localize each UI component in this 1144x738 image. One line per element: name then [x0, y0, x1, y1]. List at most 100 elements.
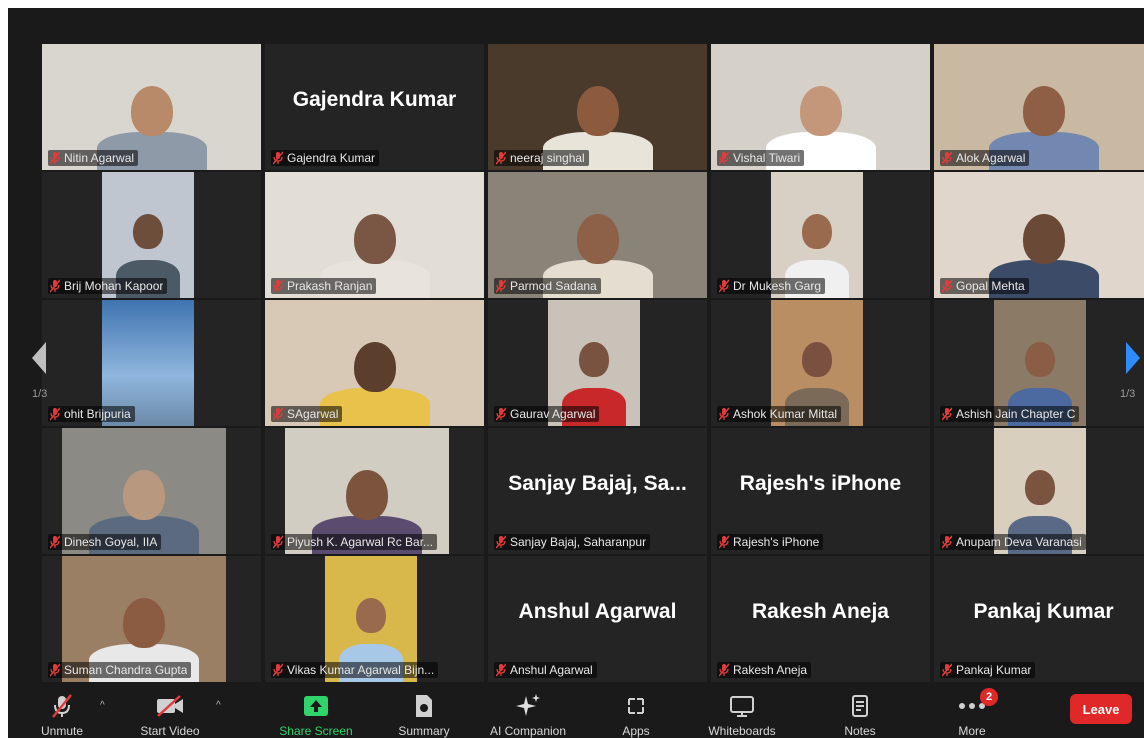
summary-label: Summary	[398, 724, 450, 738]
participant-tile[interactable]: Nitin Agarwal	[42, 44, 261, 170]
participant-tile[interactable]: Vikas Kumar Agarwal Bijn...	[265, 556, 484, 682]
participant-name-label: Rajesh's iPhone	[717, 534, 824, 550]
apps-icon	[586, 692, 686, 720]
participant-tile[interactable]: Piyush K. Agarwal Rc Bar...	[265, 428, 484, 554]
participant-tile[interactable]: Anupam Deva Varanasi	[934, 428, 1144, 554]
participant-tile[interactable]: Brij Mohan Kapoor	[42, 172, 261, 298]
muted-microphone-icon	[12, 692, 112, 720]
participant-tile[interactable]: Prakash Ranjan	[265, 172, 484, 298]
ai-companion-button[interactable]: AI Companion	[478, 692, 578, 738]
participant-name-label: Vikas Kumar Agarwal Bijn...	[271, 662, 439, 678]
muted-mic-icon	[273, 407, 283, 421]
participant-tile[interactable]: Ashish Jain Chapter C	[934, 300, 1144, 426]
video-options-chevron-icon[interactable]: ^	[216, 700, 221, 711]
previous-page-arrow-icon[interactable]	[30, 338, 48, 378]
muted-mic-icon	[719, 663, 729, 677]
participant-tile[interactable]: Alok Agarwal	[934, 44, 1144, 170]
whiteboard-icon	[692, 692, 792, 720]
muted-mic-icon	[273, 663, 283, 677]
participant-name: neeraj singhal	[510, 151, 585, 165]
participant-tile[interactable]: ohit Brijpuria	[42, 300, 261, 426]
participant-name-label: Ashish Jain Chapter C	[940, 406, 1080, 422]
participant-name-label: Rakesh Aneja	[717, 662, 812, 678]
unmute-button[interactable]: Unmute	[12, 692, 112, 738]
participant-name: Vishal Tiwari	[733, 151, 801, 165]
participant-name: Brij Mohan Kapoor	[64, 279, 164, 293]
participant-tile[interactable]: Sanjay Bajaj, Sa... Sanjay Bajaj, Saharan…	[488, 428, 707, 554]
audio-options-chevron-icon[interactable]: ^	[100, 700, 105, 711]
muted-mic-icon	[942, 151, 952, 165]
participant-name: Gajendra Kumar	[287, 151, 376, 165]
participant-tile[interactable]: Dr Mukesh Garg	[711, 172, 930, 298]
participant-name: ohit Brijpuria	[64, 407, 131, 421]
page-indicator-right: 1/3	[1120, 388, 1136, 400]
muted-mic-icon	[496, 407, 506, 421]
participant-tile[interactable]: SAgarwal	[265, 300, 484, 426]
summary-button[interactable]: Summary	[374, 692, 474, 738]
participant-name-display: Sanjay Bajaj, Sa...	[508, 472, 687, 495]
participant-tile[interactable]: neeraj singhal	[488, 44, 707, 170]
apps-label: Apps	[622, 724, 650, 738]
whiteboards-button[interactable]: Whiteboards	[692, 692, 792, 738]
participant-name-label: Dr Mukesh Garg	[717, 278, 826, 294]
participant-name-label: Vishal Tiwari	[717, 150, 805, 166]
participant-tile[interactable]: Ashok Kumar Mittal	[711, 300, 930, 426]
participant-name-display: Rakesh Aneja	[752, 600, 889, 623]
muted-mic-icon	[50, 535, 60, 549]
participant-tile[interactable]: Dinesh Goyal, IIA	[42, 428, 261, 554]
participant-tile[interactable]: Pankaj Kumar Pankaj Kumar	[934, 556, 1144, 682]
participant-tile[interactable]: Suman Chandra Gupta	[42, 556, 261, 682]
summary-document-icon	[374, 692, 474, 720]
more-button[interactable]: 2 More	[922, 688, 1022, 738]
start-video-button[interactable]: Start Video	[120, 692, 220, 738]
share-screen-icon	[266, 692, 366, 720]
muted-mic-icon	[273, 279, 283, 293]
participant-tile[interactable]: Parmod Sadana	[488, 172, 707, 298]
participant-name-label: neeraj singhal	[494, 150, 589, 166]
participant-name: Gopal Mehta	[956, 279, 1025, 293]
participant-name-label: ohit Brijpuria	[48, 406, 135, 422]
more-dots-icon: 2	[922, 688, 1022, 720]
participant-tile[interactable]: Rajesh's iPhone Rajesh's iPhone	[711, 428, 930, 554]
muted-mic-icon	[496, 663, 506, 677]
participant-name-label: Anupam Deva Varanasi	[940, 534, 1086, 550]
participant-name-display: Gajendra Kumar	[292, 88, 457, 111]
start-video-label: Start Video	[140, 724, 200, 738]
participant-tile[interactable]: Rakesh Aneja Rakesh Aneja	[711, 556, 930, 682]
participant-name: Ashok Kumar Mittal	[733, 407, 838, 421]
muted-mic-icon	[50, 151, 60, 165]
muted-mic-icon	[273, 535, 283, 549]
notes-label: Notes	[844, 724, 876, 738]
next-page-arrow-icon[interactable]	[1124, 338, 1142, 378]
participant-name: Suman Chandra Gupta	[64, 663, 188, 677]
participant-name: Parmod Sadana	[510, 279, 597, 293]
more-label: More	[958, 724, 986, 738]
share-screen-button[interactable]: Share Screen	[266, 692, 366, 738]
ai-companion-label: AI Companion	[489, 724, 567, 738]
muted-mic-icon	[496, 535, 506, 549]
participant-name-display: Pankaj Kumar	[973, 600, 1114, 623]
participant-name-label: Piyush K. Agarwal Rc Bar...	[271, 534, 438, 550]
participant-tile[interactable]: Gopal Mehta	[934, 172, 1144, 298]
apps-button[interactable]: Apps	[586, 692, 686, 738]
participant-tile[interactable]: Vishal Tiwari	[711, 44, 930, 170]
participant-name-label: Gopal Mehta	[940, 278, 1029, 294]
participant-tile[interactable]: Gajendra Kumar Gajendra Kumar	[265, 44, 484, 170]
participant-tile[interactable]: Gaurav Agarwal	[488, 300, 707, 426]
leave-button[interactable]: Leave	[1070, 694, 1132, 724]
participant-name: Rakesh Aneja	[733, 663, 808, 677]
participant-name-label: Sanjay Bajaj, Saharanpur	[494, 534, 651, 550]
unmute-label: Unmute	[40, 724, 84, 738]
sparkle-icon	[478, 692, 578, 720]
participant-name-label: SAgarwal	[271, 406, 343, 422]
participant-name-label: Gaurav Agarwal	[494, 406, 600, 422]
participant-name-label: Prakash Ranjan	[271, 278, 377, 294]
muted-mic-icon	[50, 279, 60, 293]
participant-tile[interactable]: Anshul Agarwal Anshul Agarwal	[488, 556, 707, 682]
muted-mic-icon	[942, 535, 952, 549]
participant-name-label: Dinesh Goyal, IIA	[48, 534, 162, 550]
meeting-toolbar: Unmute ^ Start Video ^ Share Screen Summ…	[8, 686, 1144, 738]
notes-button[interactable]: Notes	[810, 692, 910, 738]
participant-name: Gaurav Agarwal	[510, 407, 596, 421]
muted-mic-icon	[719, 535, 729, 549]
